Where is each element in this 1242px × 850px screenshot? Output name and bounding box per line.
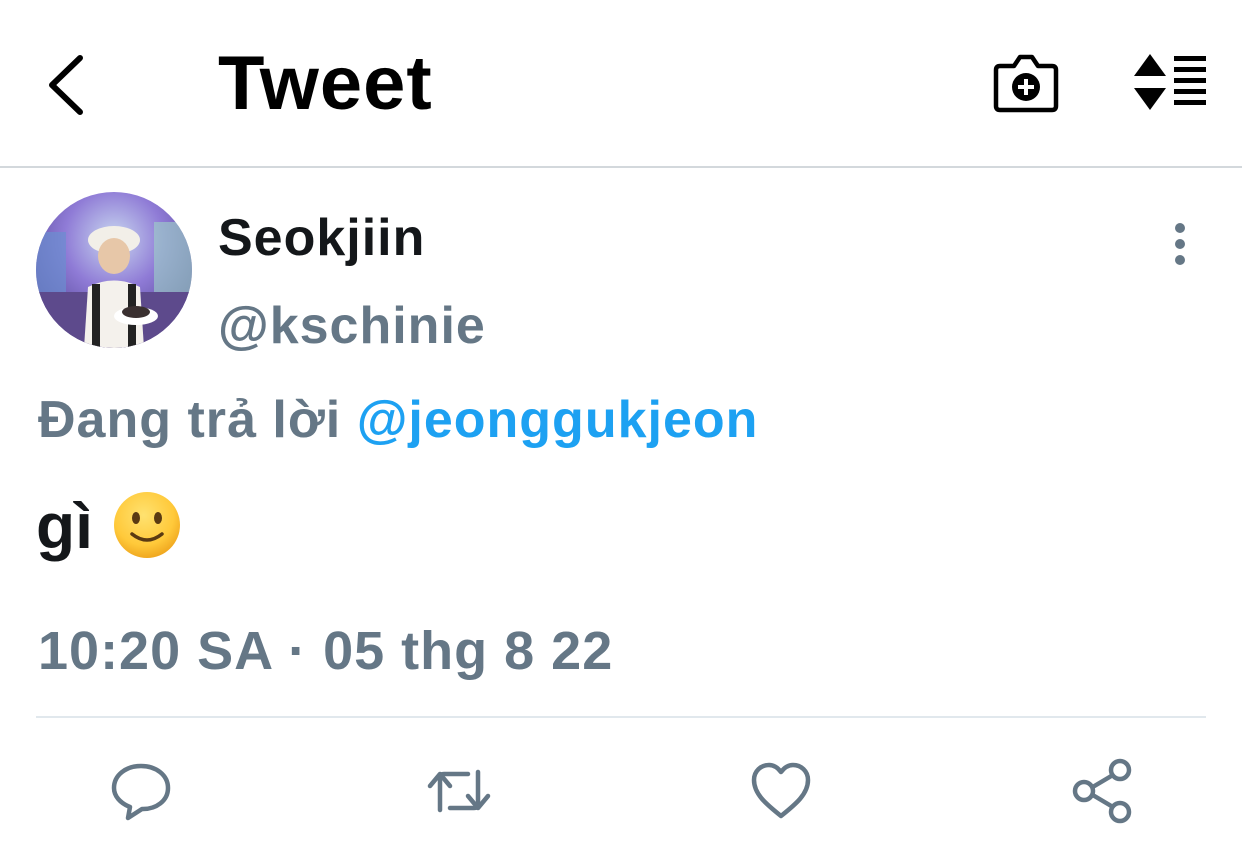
- camera-button[interactable]: [992, 52, 1060, 114]
- sort-replies-button[interactable]: [1130, 52, 1210, 114]
- avatar[interactable]: [36, 192, 192, 348]
- heart-icon: [751, 762, 811, 819]
- more-options-button[interactable]: [1160, 220, 1200, 268]
- reply-mention-link[interactable]: @jeonggukjeon: [357, 391, 759, 449]
- page-title: Tweet: [218, 41, 433, 126]
- camera-plus-icon: [993, 54, 1059, 113]
- top-navigation-bar: Tweet: [0, 0, 1242, 168]
- smiling-face-icon: [114, 492, 180, 558]
- reply-button[interactable]: [106, 756, 176, 826]
- reply-context: Đang trả lời @jeonggukjeon: [38, 390, 758, 450]
- reply-context-prefix: Đang trả lời: [38, 391, 342, 449]
- tweet-text: gì: [36, 490, 93, 562]
- tweet-timestamp: 10:20 SA · 05 thg 8 22: [38, 621, 614, 681]
- sort-list-icon: [1134, 54, 1206, 110]
- retweet-icon: [427, 769, 491, 813]
- like-button[interactable]: [746, 756, 816, 826]
- share-button[interactable]: [1066, 756, 1136, 826]
- reply-icon: [111, 763, 171, 821]
- author-handle[interactable]: @kschinie: [218, 296, 486, 356]
- more-vertical-icon: [1175, 223, 1185, 265]
- retweet-button[interactable]: [424, 756, 494, 826]
- back-button[interactable]: [40, 50, 96, 120]
- author-display-name[interactable]: Seokjiin: [218, 208, 425, 268]
- slightly-smiling-face-emoji: [112, 490, 182, 560]
- divider: [36, 716, 1206, 718]
- tweet-detail-screen: Tweet Seokjiin @kschinie Đang trả lời @j…: [0, 0, 1242, 850]
- share-icon: [1072, 758, 1132, 824]
- avatar-photo: [36, 192, 192, 348]
- chevron-left-icon: [49, 55, 83, 115]
